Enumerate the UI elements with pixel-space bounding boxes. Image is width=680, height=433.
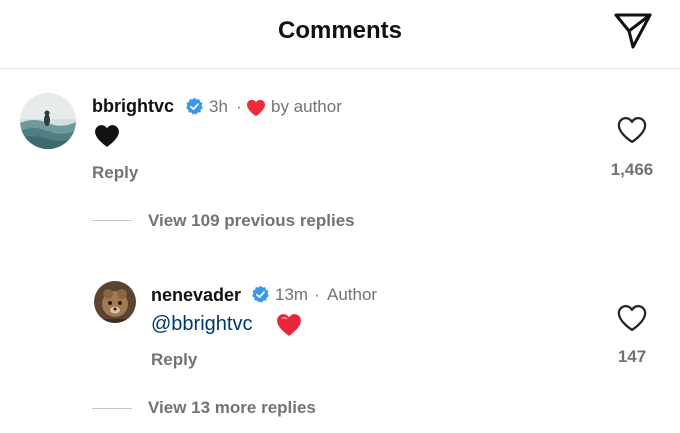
liked-by-author-label: by author bbox=[271, 97, 342, 116]
like-count: 147 bbox=[617, 347, 647, 366]
like-count: 1,466 bbox=[610, 160, 654, 179]
heart-icon bbox=[617, 304, 647, 332]
meta-separator: · bbox=[236, 97, 242, 116]
meta-separator: · bbox=[314, 285, 320, 304]
view-more-replies-button[interactable]: View 13 more replies bbox=[148, 398, 316, 418]
verified-icon bbox=[251, 285, 270, 304]
share-icon bbox=[610, 10, 656, 52]
reply-button[interactable]: Reply bbox=[92, 163, 138, 183]
comments-header: Comments bbox=[0, 0, 680, 69]
reply-username[interactable]: nenevader bbox=[151, 285, 241, 306]
like-button[interactable] bbox=[617, 304, 647, 332]
thread-divider bbox=[92, 408, 132, 409]
heart-icon bbox=[617, 116, 647, 144]
heart-icon bbox=[246, 99, 266, 117]
avatar[interactable] bbox=[20, 93, 76, 149]
reply-timestamp: 13m bbox=[275, 285, 309, 304]
verified-icon bbox=[185, 97, 204, 116]
avatar[interactable] bbox=[94, 281, 136, 323]
page-title: Comments bbox=[277, 17, 403, 44]
view-previous-replies-button[interactable]: View 109 previous replies bbox=[148, 211, 355, 231]
comment-username[interactable]: bbrightvc bbox=[92, 96, 174, 117]
author-badge: Author bbox=[327, 285, 378, 304]
thread-divider bbox=[92, 220, 132, 221]
share-button[interactable] bbox=[610, 10, 656, 52]
reply-button[interactable]: Reply bbox=[151, 350, 197, 370]
comment-timestamp: 3h bbox=[209, 97, 228, 116]
mention-link[interactable]: @bbrightvc bbox=[151, 313, 252, 336]
black-heart-emoji bbox=[94, 124, 120, 148]
like-button[interactable] bbox=[617, 116, 647, 144]
red-heart-emoji bbox=[276, 313, 302, 337]
